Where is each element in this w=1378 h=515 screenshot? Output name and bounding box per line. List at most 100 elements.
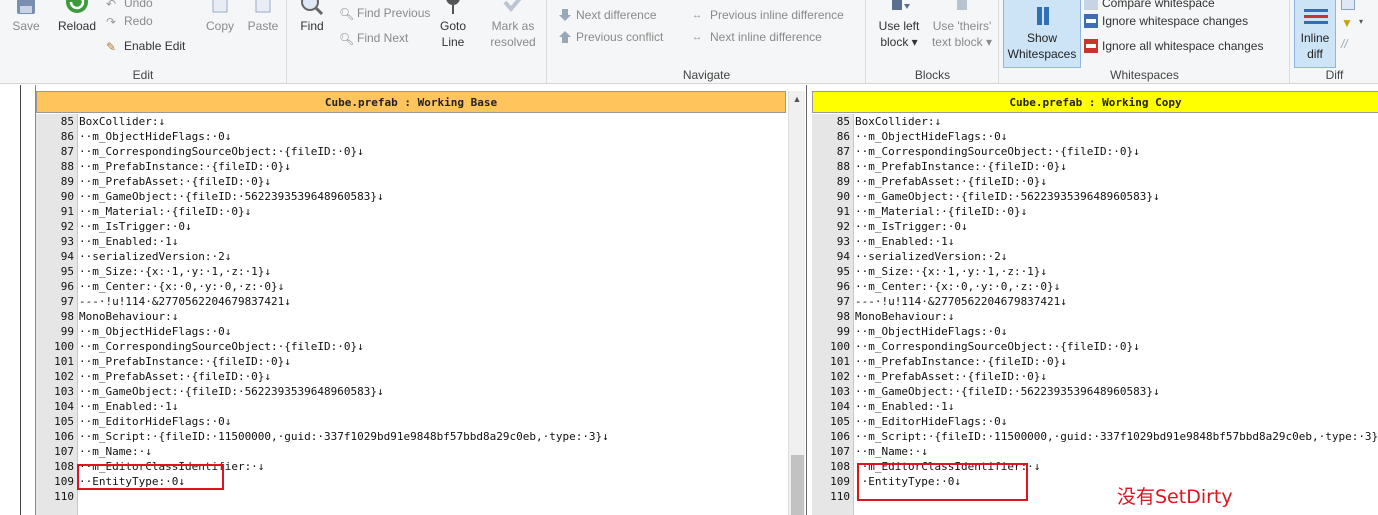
code-line[interactable]: 91 ··m_Material:·{fileID:·0}↓ [812,204,1378,219]
previous-inline-difference-button[interactable]: ↔ Previous inline difference [692,7,844,23]
copy-button[interactable]: Copy [200,0,240,34]
code-line[interactable]: 89 ··m_PrefabAsset:·{fileID:·0}↓ [812,174,1378,189]
code-line[interactable]: 93 ··m_Enabled:·1↓ [36,234,788,249]
code-line[interactable]: 94 ··serializedVersion:·2↓ [36,249,788,264]
code-line[interactable]: 90 ··m_GameObject:·{fileID:·5622393539648… [36,189,788,204]
line-text: ··m_IsTrigger:·0↓ [79,220,192,233]
code-line[interactable]: 87 ··m_CorrespondingSourceObject:·{fileID… [812,144,1378,159]
next-inline-difference-button[interactable]: ↔ Next inline difference [692,29,822,45]
pane-divider[interactable] [806,85,807,515]
goto-line-icon [446,0,460,14]
code-line[interactable]: 96 ··m_Center:·{x:·0,·y:·0,·z:·0}↓ [812,279,1378,294]
scroll-up-arrow-icon[interactable]: ▲ [789,91,805,107]
code-line[interactable]: 90 ··m_GameObject:·{fileID:·5622393539648… [812,189,1378,204]
left-highlight-box [77,464,224,490]
line-number: 105 [54,415,74,428]
code-line[interactable]: 110 [36,489,788,504]
find-previous-icon: 🔍︎ [339,7,355,21]
line-text: ··m_Enabled:·1↓ [855,400,955,413]
code-line[interactable]: 94 ··serializedVersion:·2↓ [812,249,1378,264]
paste-button[interactable]: Paste [242,0,284,34]
save-button[interactable]: Save [6,0,46,34]
code-line[interactable]: 93 ··m_Enabled:·1↓ [812,234,1378,249]
code-line[interactable]: 100 ··m_CorrespondingSourceObject:·{fileI… [36,339,788,354]
use-theirs-text-block-button[interactable]: Use 'theirs' text block ▾ [929,0,995,50]
right-code-view[interactable]: 85 BoxCollider:↓ 86 ··m_ObjectHideFlags:·0↓… [812,114,1378,515]
code-line[interactable]: 98 MonoBehaviour:↓ [812,309,1378,324]
diff-options-button[interactable] [1341,0,1355,10]
compare-whitespace-button[interactable]: Compare whitespace [1084,0,1215,11]
find-next-button[interactable]: 🔍︎ Find Next [339,30,408,46]
code-line[interactable]: 86 ··m_ObjectHideFlags:·0↓ [36,129,788,144]
code-line[interactable]: 106 ··m_Script:·{fileID:·11500000,·guid:·… [812,429,1378,444]
code-line[interactable]: 86 ··m_ObjectHideFlags:·0↓ [812,129,1378,144]
code-line[interactable]: 103 ··m_GameObject:·{fileID:·562239353964… [812,384,1378,399]
right-pane-title: Cube.prefab : Working Copy [812,91,1378,113]
reload-button[interactable]: Reload [54,0,100,34]
code-line[interactable]: 106 ··m_Script:·{fileID:·11500000,·guid:·… [36,429,788,444]
line-number: 100 [54,340,74,353]
code-line[interactable]: 107 ··m_Name:·↓ [812,444,1378,459]
code-line[interactable]: 105 ··m_EditorHideFlags:·0↓ [812,414,1378,429]
line-text: BoxCollider:↓ [79,115,166,128]
code-line[interactable]: 104 ··m_Enabled:·1↓ [812,399,1378,414]
undo-button[interactable]: ↶ Undo [106,0,153,11]
code-line[interactable]: 88 ··m_PrefabInstance:·{fileID:·0}↓ [812,159,1378,174]
code-line[interactable]: 87 ··m_CorrespondingSourceObject:·{fileID… [36,144,788,159]
code-line[interactable]: 99 ··m_ObjectHideFlags:·0↓ [812,324,1378,339]
code-line[interactable]: 99 ··m_ObjectHideFlags:·0↓ [36,324,788,339]
left-scroll-thumb[interactable] [791,455,804,515]
enable-edit-button[interactable]: ✎ Enable Edit [106,38,185,54]
code-line[interactable]: 91 ··m_Material:·{fileID:·0}↓ [36,204,788,219]
code-line[interactable]: 102 ··m_PrefabAsset:·{fileID:·0}↓ [812,369,1378,384]
line-text: ··m_Center:·{x:·0,·y:·0,·z:·0}↓ [855,280,1061,293]
code-line[interactable]: 96 ··m_Center:·{x:·0,·y:·0,·z:·0}↓ [36,279,788,294]
line-number: 96 [836,280,850,293]
code-line[interactable]: 92 ··m_IsTrigger:·0↓ [812,219,1378,234]
mark-as-resolved-button[interactable]: Mark as resolved [483,0,543,50]
code-line[interactable]: 107 ··m_Name:·↓ [36,444,788,459]
line-text: ··serializedVersion:·2↓ [855,250,1008,263]
dropdown-icon: ▾ [1359,17,1364,26]
code-line[interactable]: 88 ··m_PrefabInstance:·{fileID:·0}↓ [36,159,788,174]
code-line[interactable]: 101 ··m_PrefabInstance:·{fileID:·0}↓ [812,354,1378,369]
find-button[interactable]: Find [293,0,331,34]
code-line[interactable]: 92 ··m_IsTrigger:·0↓ [36,219,788,234]
code-line[interactable]: 102 ··m_PrefabAsset:·{fileID:·0}↓ [36,369,788,384]
find-previous-button[interactable]: 🔍︎ Find Previous [339,5,430,21]
code-line[interactable]: 97 ---·!u!114·&2770562204679837421↓ [812,294,1378,309]
left-code-view[interactable]: 85 BoxCollider:↓ 86 ··m_ObjectHideFlags:·0↓… [36,114,788,515]
goto-line-button[interactable]: Goto Line [433,0,473,50]
line-number: 92 [60,220,74,233]
ignore-whitespace-changes-button[interactable]: Ignore whitespace changes [1084,13,1248,29]
code-line[interactable]: 100 ··m_CorrespondingSourceObject:·{fileI… [812,339,1378,354]
code-line[interactable]: 89 ··m_PrefabAsset:·{fileID:·0}↓ [36,174,788,189]
next-difference-button[interactable]: Next difference [558,7,657,23]
code-line[interactable]: 95 ··m_Size:·{x:·1,·y:·1,·z:·1}↓ [36,264,788,279]
code-line[interactable]: 101 ··m_PrefabInstance:·{fileID:·0}↓ [36,354,788,369]
use-left-block-button[interactable]: Use left block ▾ [871,0,927,50]
previous-conflict-button[interactable]: Previous conflict [558,29,663,45]
code-line[interactable]: 104 ··m_Enabled:·1↓ [36,399,788,414]
code-line[interactable]: 95 ··m_Size:·{x:·1,·y:·1,·z:·1}↓ [812,264,1378,279]
line-text: ··m_PrefabInstance:·{fileID:·0}↓ [79,160,291,173]
code-line[interactable]: 85 BoxCollider:↓ [36,114,788,129]
copy-icon [212,0,228,13]
group-find: Find 🔍︎ Find Previous 🔍︎ Find Next Goto … [287,0,547,83]
left-vertical-scrollbar[interactable]: ▲ [788,91,805,515]
line-text: ··m_Enabled:·1↓ [855,235,955,248]
code-line[interactable]: 105 ··m_EditorHideFlags:·0↓ [36,414,788,429]
inline-diff-button[interactable]: Inline diff [1294,0,1336,68]
code-line[interactable]: 97 ---·!u!114·&2770562204679837421↓ [36,294,788,309]
line-text: ··m_CorrespondingSourceObject:·{fileID:·… [855,340,1140,353]
code-line[interactable]: 103 ··m_GameObject:·{fileID:·562239353964… [36,384,788,399]
line-text: ··m_CorrespondingSourceObject:·{fileID:·… [79,340,364,353]
code-line[interactable]: 85 BoxCollider:↓ [812,114,1378,129]
redo-button[interactable]: ↷ Redo [106,13,153,29]
ignore-all-whitespace-changes-button[interactable]: Ignore all whitespace changes [1084,38,1263,54]
word-wrap-button[interactable]: // [1341,36,1355,51]
code-line[interactable]: 98 MonoBehaviour:↓ [36,309,788,324]
highlight-dropdown-button[interactable]: ▼ ▾ [1341,14,1363,30]
show-whitespaces-button[interactable]: Show Whitespaces [1003,0,1081,68]
line-text: ··m_ObjectHideFlags:·0↓ [79,325,232,338]
